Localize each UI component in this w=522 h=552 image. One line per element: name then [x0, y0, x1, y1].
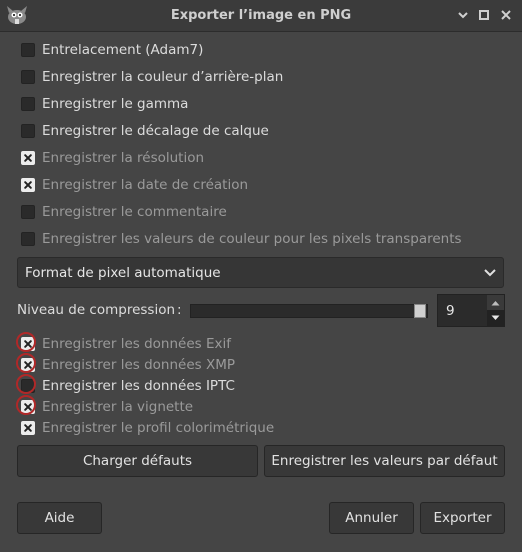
increment-icon[interactable]: [487, 295, 504, 311]
window-title: Exporter l’image en PNG: [170, 8, 352, 23]
option-label: Enregistrer le gamma: [42, 96, 189, 112]
compression-colon: :: [177, 302, 182, 318]
option-save-iptc[interactable]: Enregistrer les données IPTC: [16, 374, 235, 396]
option-label: Enregistrer la résolution: [42, 150, 205, 166]
highlight-ring: [16, 353, 36, 373]
cancel-button[interactable]: Annuler: [329, 502, 414, 534]
load-defaults-button[interactable]: Charger défauts: [17, 445, 258, 477]
option-save-exif[interactable]: Enregistrer les données Exif: [16, 332, 231, 354]
option-label: Enregistrer les données Exif: [42, 336, 231, 352]
option-label: Entrelacement (Adam7): [42, 42, 204, 58]
option-label: Enregistrer le décalage de calque: [42, 123, 269, 139]
title-bar: Exporter l’image en PNG: [0, 0, 522, 32]
compression-spinbutton[interactable]: 9: [437, 294, 505, 327]
pixel-format-value: Format de pixel automatique: [25, 265, 221, 281]
option-label: Enregistrer la couleur d’arrière-plan: [42, 69, 284, 85]
close-icon[interactable]: [499, 8, 513, 22]
option-save-background-color[interactable]: Enregistrer la couleur d’arrière-plan: [21, 67, 283, 87]
compression-label: Niveau de compression: [17, 302, 176, 318]
option-label: Enregistrer la vignette: [42, 399, 194, 415]
option-label: Enregistrer la date de création: [42, 177, 249, 193]
save-gamma-checkbox[interactable]: [21, 97, 35, 111]
option-label: Enregistrer les données IPTC: [42, 378, 235, 394]
highlight-ring: [16, 395, 36, 415]
pixel-format-select[interactable]: Format de pixel automatique: [17, 257, 504, 288]
compression-value: 9: [446, 303, 455, 319]
highlight-ring: [16, 374, 36, 394]
export-button[interactable]: Exporter: [420, 502, 505, 534]
save-resolution-checkbox[interactable]: [21, 151, 35, 165]
option-save-gamma[interactable]: Enregistrer le gamma: [21, 94, 188, 114]
option-save-creation-date[interactable]: Enregistrer la date de création: [21, 175, 248, 195]
option-label: Enregistrer les valeurs de couleur pour …: [42, 231, 462, 247]
save-color-profile-checkbox[interactable]: [21, 421, 35, 435]
option-save-layer-offset[interactable]: Enregistrer le décalage de calque: [21, 121, 269, 141]
option-label: Enregistrer le profil colorimétrique: [42, 420, 275, 436]
save-layer-offset-checkbox[interactable]: [21, 124, 35, 138]
option-interlace[interactable]: Entrelacement (Adam7): [21, 40, 203, 60]
option-save-color-profile[interactable]: Enregistrer le profil colorimétrique: [21, 418, 274, 438]
help-button[interactable]: Aide: [17, 502, 102, 534]
compression-slider-handle[interactable]: [414, 304, 426, 318]
save-comment-checkbox[interactable]: [21, 205, 35, 219]
option-save-transparent-colors[interactable]: Enregistrer les valeurs de couleur pour …: [21, 229, 462, 249]
option-save-thumbnail[interactable]: Enregistrer la vignette: [16, 395, 194, 417]
option-label: Enregistrer le commentaire: [42, 204, 227, 220]
save-creation-date-checkbox[interactable]: [21, 178, 35, 192]
option-save-resolution[interactable]: Enregistrer la résolution: [21, 148, 204, 168]
decrement-icon[interactable]: [487, 310, 504, 326]
chevron-down-icon: [484, 269, 496, 277]
option-save-comment[interactable]: Enregistrer le commentaire: [21, 202, 227, 222]
option-save-xmp[interactable]: Enregistrer les données XMP: [16, 353, 235, 375]
highlight-ring: [16, 332, 36, 352]
save-background-color-checkbox[interactable]: [21, 70, 35, 84]
interlace-checkbox[interactable]: [21, 43, 35, 57]
save-defaults-button[interactable]: Enregistrer les valeurs par défaut: [264, 445, 505, 477]
maximize-icon[interactable]: [477, 8, 491, 22]
minimize-icon[interactable]: [456, 8, 470, 22]
option-label: Enregistrer les données XMP: [42, 357, 235, 373]
save-transparent-colors-checkbox[interactable]: [21, 232, 35, 246]
compression-slider[interactable]: [190, 304, 428, 318]
